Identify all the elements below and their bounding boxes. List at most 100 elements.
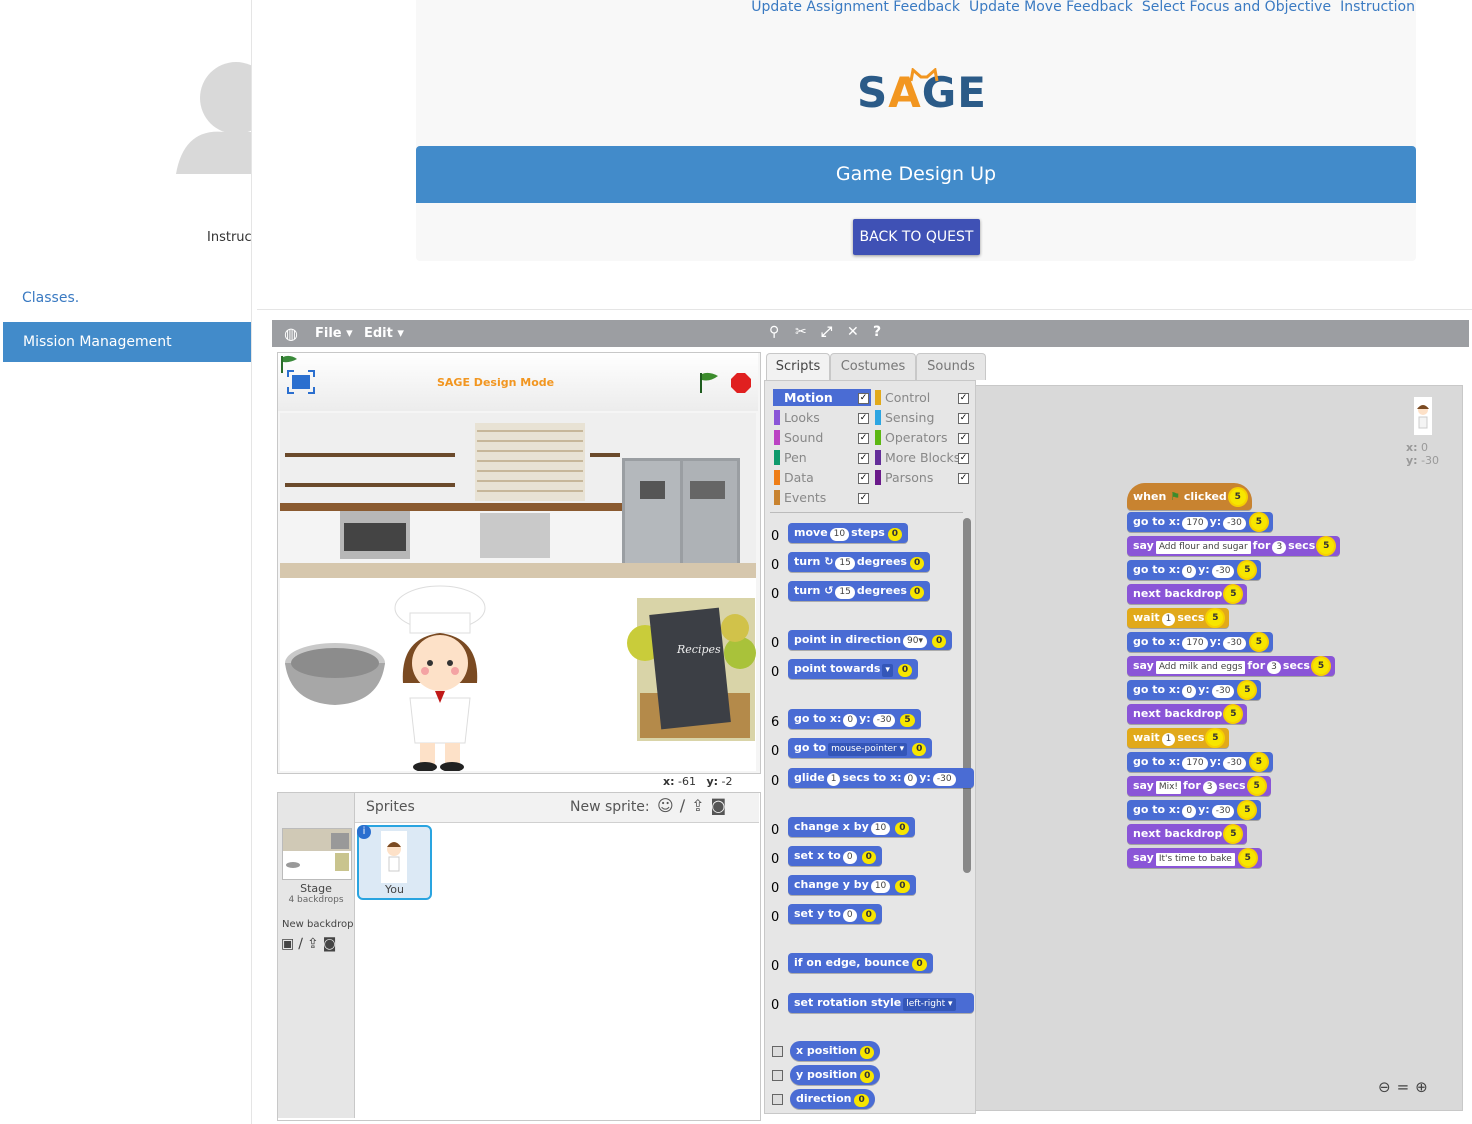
- checkbox[interactable]: ✓: [858, 453, 869, 464]
- stage-thumbnail[interactable]: [282, 828, 352, 880]
- sprite-library-icon[interactable]: ☺: [657, 796, 680, 815]
- block-change-x[interactable]: change x by 10 0: [788, 817, 916, 837]
- block-set-x[interactable]: set x to 0 0: [788, 846, 882, 866]
- script-next-backdrop[interactable]: next backdrop 5: [1127, 824, 1248, 844]
- checkbox[interactable]: ✓: [858, 473, 869, 484]
- fullscreen-icon[interactable]: [287, 370, 315, 394]
- help-icon[interactable]: ?: [873, 324, 881, 340]
- script-say[interactable]: say It's time to bake 5: [1127, 848, 1262, 868]
- checkbox-y-position[interactable]: [772, 1070, 783, 1081]
- camera-backdrop-icon[interactable]: ◙: [323, 936, 341, 952]
- tab-sounds[interactable]: Sounds: [916, 353, 986, 380]
- script-say-for-secs[interactable]: say Add milk and eggs for 3 secs 5: [1127, 656, 1335, 676]
- category-data[interactable]: Data: [774, 470, 814, 485]
- checkbox-direction[interactable]: [772, 1094, 783, 1105]
- block-go-to[interactable]: go to mouse-pointer ▾ 0: [788, 738, 933, 758]
- stage-canvas[interactable]: Recipes: [280, 413, 756, 771]
- block-set-rotation-style[interactable]: set rotation style left-right ▾: [788, 993, 974, 1013]
- new-sprite-tools: ☺∕⇪◙: [657, 796, 732, 815]
- script-wait-secs[interactable]: wait 1 secs 5: [1127, 608, 1230, 628]
- category-control[interactable]: Control: [875, 390, 930, 405]
- block-change-y[interactable]: change y by 10 0: [788, 875, 916, 895]
- category-parsons[interactable]: Parsons: [875, 470, 933, 485]
- nav-classes[interactable]: Classes.: [22, 290, 79, 306]
- link-update-move-feedback[interactable]: Update Move Feedback: [969, 0, 1133, 15]
- zoom-in-icon[interactable]: ⊕: [1415, 1078, 1434, 1096]
- script-go-to-xy[interactable]: go to x: 0 y: -30 5: [1127, 680, 1262, 700]
- link-instruction[interactable]: Instruction: [1340, 0, 1415, 15]
- block-turn-left[interactable]: turn ↺ 15 degrees 0: [788, 581, 931, 601]
- category-sound[interactable]: Sound: [774, 430, 823, 445]
- tab-scripts[interactable]: Scripts: [766, 353, 830, 380]
- script-go-to-xy[interactable]: go to x: 170 y: -30 5: [1127, 752, 1273, 772]
- edit-menu[interactable]: Edit ▾: [364, 326, 404, 341]
- link-update-assignment-feedback[interactable]: Update Assignment Feedback: [751, 0, 960, 15]
- script-say-for-secs[interactable]: say Mix! for 3 secs 5: [1127, 776, 1271, 796]
- palette-scrollbar[interactable]: [963, 518, 971, 873]
- block-set-y[interactable]: set y to 0 0: [788, 904, 882, 924]
- palette-count: 0: [771, 636, 780, 651]
- category-looks[interactable]: Looks: [774, 410, 820, 425]
- checkbox[interactable]: ✓: [858, 393, 869, 404]
- link-select-focus-objective[interactable]: Select Focus and Objective: [1142, 0, 1331, 15]
- paint-sprite-icon[interactable]: ∕: [680, 796, 691, 815]
- draw-backdrop-icon[interactable]: ∕: [298, 936, 307, 952]
- checkbox[interactable]: ✓: [858, 433, 869, 444]
- script-next-backdrop[interactable]: next backdrop 5: [1127, 584, 1248, 604]
- tab-costumes[interactable]: Costumes: [830, 353, 916, 380]
- script-wait-secs[interactable]: wait 1 secs 5: [1127, 728, 1230, 748]
- sprite-y: y: -30: [1406, 454, 1440, 467]
- upload-backdrop-icon[interactable]: ⇪: [307, 936, 323, 952]
- checkbox-x-position[interactable]: [772, 1046, 783, 1057]
- script-next-backdrop[interactable]: next backdrop 5: [1127, 704, 1248, 724]
- cut-icon[interactable]: ✂: [795, 324, 807, 340]
- user-avatar: [174, 58, 251, 174]
- checkbox[interactable]: ✓: [858, 493, 869, 504]
- upload-sprite-icon[interactable]: ⇪: [691, 796, 710, 815]
- checkbox[interactable]: ✓: [958, 473, 969, 484]
- info-icon[interactable]: i: [357, 825, 371, 839]
- sprite-thumbnail-you[interactable]: i You: [357, 825, 432, 900]
- script-go-to-xy[interactable]: go to x: 170 y: -30 5: [1127, 512, 1273, 532]
- zoom-reset-icon[interactable]: =: [1397, 1078, 1416, 1096]
- script-go-to-xy[interactable]: go to x: 0 y: -30 5: [1127, 800, 1262, 820]
- script-when-flag-clicked[interactable]: when ⚑ clicked 5: [1127, 483, 1252, 510]
- category-sensing[interactable]: Sensing: [875, 410, 934, 425]
- paint-backdrop-icon[interactable]: ▣: [281, 936, 298, 952]
- duplicate-icon[interactable]: ⚲: [769, 324, 779, 340]
- checkbox[interactable]: ✓: [958, 393, 969, 404]
- script-go-to-xy[interactable]: go to x: 170 y: -30 5: [1127, 632, 1273, 652]
- script-go-to-xy[interactable]: go to x: 0 y: -30 5: [1127, 560, 1262, 580]
- checkbox[interactable]: ✓: [958, 433, 969, 444]
- green-flag-icon[interactable]: [698, 372, 720, 394]
- globe-icon[interactable]: ◍: [284, 324, 298, 343]
- shrink-icon[interactable]: ✕: [847, 324, 859, 340]
- zoom-controls: ⊖=⊕: [1378, 1078, 1434, 1096]
- block-move-steps[interactable]: move 10 steps 0: [788, 523, 909, 543]
- category-events[interactable]: Events: [774, 490, 826, 505]
- stop-icon[interactable]: [730, 372, 752, 394]
- camera-sprite-icon[interactable]: ◙: [710, 796, 732, 815]
- checkbox[interactable]: ✓: [958, 413, 969, 424]
- category-motion[interactable]: Motion: [784, 390, 833, 405]
- nav-mission-management[interactable]: Mission Management: [3, 322, 251, 362]
- file-menu[interactable]: File ▾: [315, 326, 353, 341]
- block-if-on-edge-bounce[interactable]: if on edge, bounce 0: [788, 953, 933, 973]
- block-glide[interactable]: glide 1 secs to x: 0 y: -30: [788, 768, 974, 788]
- checkbox[interactable]: ✓: [858, 413, 869, 424]
- reporter-x-position[interactable]: x position 0: [790, 1041, 881, 1061]
- checkbox[interactable]: ✓: [958, 453, 969, 464]
- zoom-out-icon[interactable]: ⊖: [1378, 1078, 1397, 1096]
- block-turn-right[interactable]: turn ↻ 15 degrees 0: [788, 552, 931, 572]
- reporter-y-position[interactable]: y position 0: [790, 1065, 881, 1085]
- category-more-blocks[interactable]: More Blocks: [875, 450, 960, 465]
- script-say-for-secs[interactable]: say Add flour and sugar for 3 secs 5: [1127, 536, 1341, 556]
- block-point-in-direction[interactable]: point in direction 90▾ 0: [788, 630, 953, 650]
- category-operators[interactable]: Operators: [875, 430, 947, 445]
- grow-icon[interactable]: ⤢: [821, 324, 832, 340]
- reporter-direction[interactable]: direction 0: [790, 1089, 875, 1109]
- back-to-quest-button[interactable]: BACK TO QUEST: [853, 219, 980, 255]
- block-go-to-xy[interactable]: go to x: 0 y: -30 5: [788, 709, 921, 729]
- category-pen[interactable]: Pen: [774, 450, 807, 465]
- block-point-towards[interactable]: point towards ▾ 0: [788, 659, 919, 679]
